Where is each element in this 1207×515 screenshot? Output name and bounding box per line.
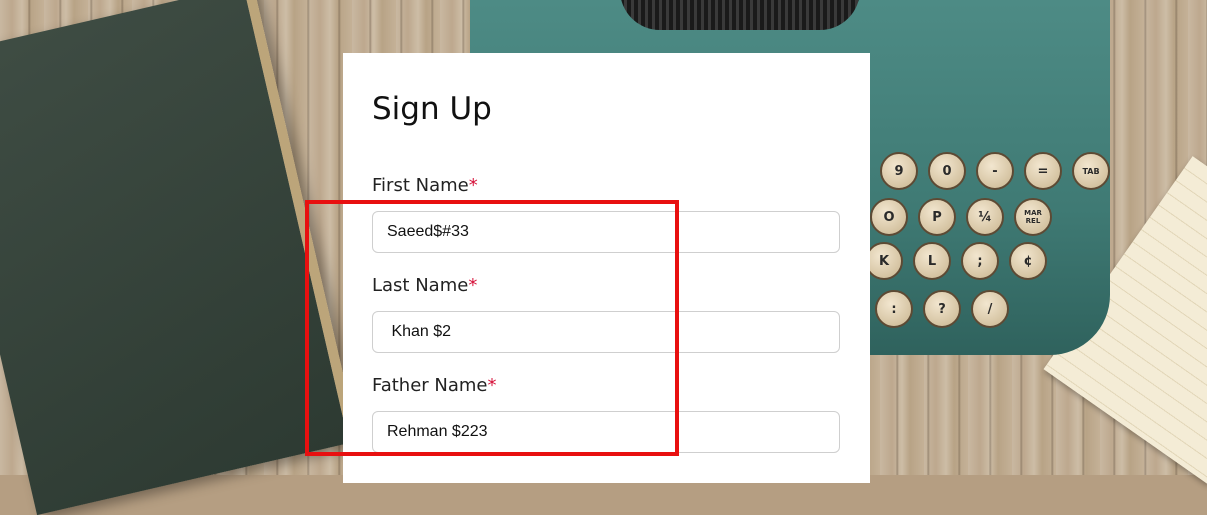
required-asterisk: * (487, 375, 497, 396)
father-name-input[interactable] (372, 411, 840, 453)
typewriter-key: O (870, 198, 908, 236)
signup-card: Sign Up First Name* Last Name* Father Na… (343, 53, 870, 483)
typewriter-key: 9 (880, 152, 918, 190)
page-title: Sign Up (372, 91, 492, 127)
first-name-label: First Name* (372, 175, 478, 196)
father-name-label-text: Father Name (372, 375, 488, 396)
typewriter-key: / (971, 290, 1009, 328)
typewriter-key: - (976, 152, 1014, 190)
typewriter-roller (620, 0, 860, 30)
typewriter-key: K (865, 242, 903, 280)
required-asterisk: * (468, 275, 478, 296)
typewriter-key-row-4: : ? / (875, 290, 1009, 328)
typewriter-key: ? (923, 290, 961, 328)
typewriter-key: TAB (1072, 152, 1110, 190)
typewriter-key: 0 (928, 152, 966, 190)
first-name-label-text: First Name (372, 175, 469, 196)
last-name-label: Last Name* (372, 275, 477, 296)
last-name-input[interactable] (372, 311, 840, 353)
father-name-label: Father Name* (372, 375, 497, 396)
typewriter-key: = (1024, 152, 1062, 190)
typewriter-key: L (913, 242, 951, 280)
typewriter-key-row-3: K L ; ¢ (865, 242, 1047, 280)
typewriter-key: MAR REL (1014, 198, 1052, 236)
typewriter-key: ¼ (966, 198, 1004, 236)
last-name-label-text: Last Name (372, 275, 469, 296)
typewriter-key: ; (961, 242, 999, 280)
required-asterisk: * (468, 175, 478, 196)
typewriter-key-row-2: O P ¼ MAR REL (870, 198, 1052, 236)
typewriter-key: ¢ (1009, 242, 1047, 280)
typewriter-key: : (875, 290, 913, 328)
typewriter-key-row-1: 9 0 - = TAB (880, 152, 1110, 190)
typewriter-key: P (918, 198, 956, 236)
first-name-input[interactable] (372, 211, 840, 253)
